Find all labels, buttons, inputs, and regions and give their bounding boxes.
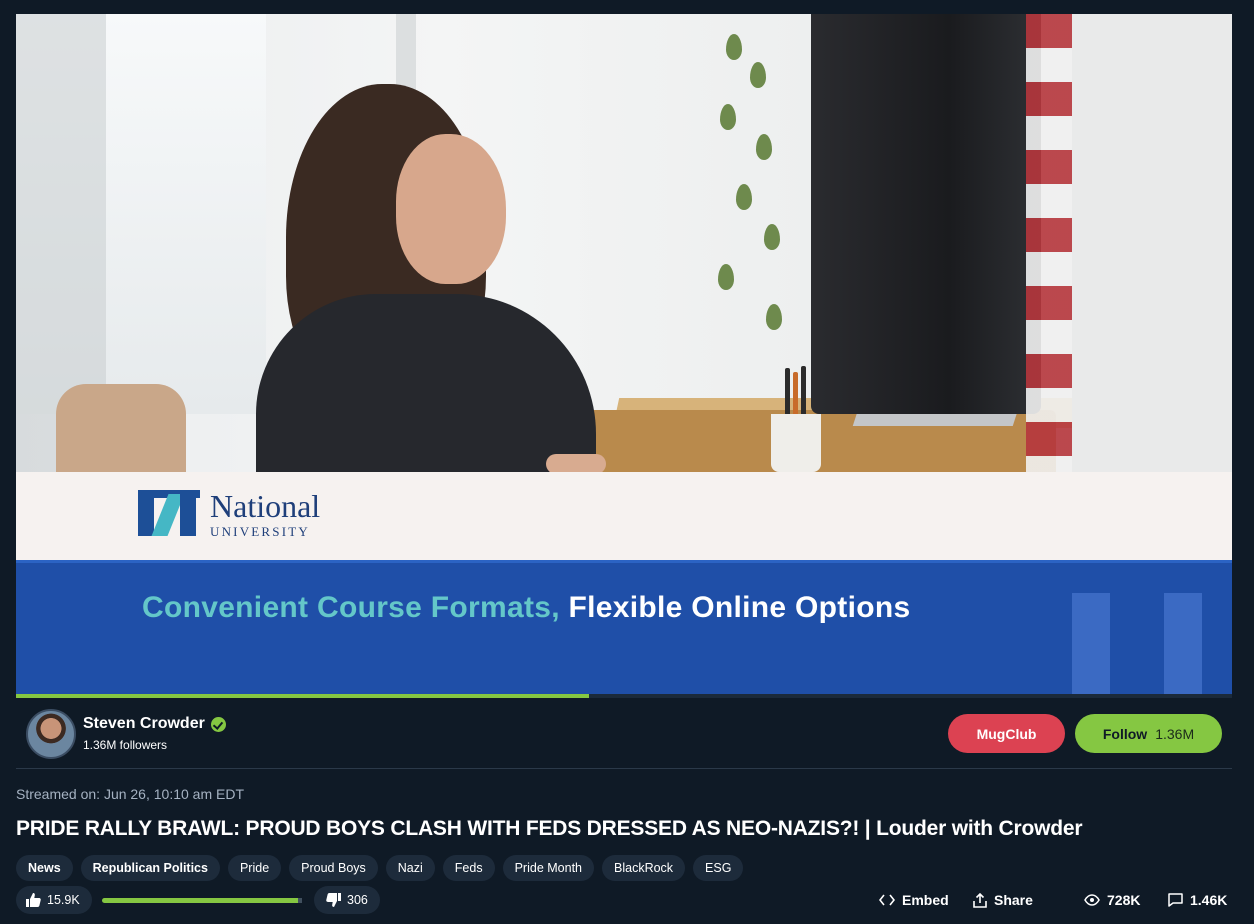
like-ratio-bar <box>102 898 302 903</box>
view-count: 728K <box>1084 886 1140 914</box>
tag-feds[interactable]: Feds <box>442 855 495 881</box>
ad-promo-rest: Flexible Online Options <box>568 591 911 624</box>
follow-button-label: Follow <box>1102 725 1148 742</box>
verified-badge-icon <box>210 716 226 732</box>
mugclub-button-label: MugClub <box>976 725 1037 742</box>
tag-news[interactable]: News <box>16 855 73 881</box>
ad-promo-band: Convenient Course Formats, Flexible Onli… <box>16 560 1232 698</box>
mugclub-button[interactable]: MugClub <box>948 714 1065 753</box>
ad-logo: National UNIVERSITY <box>138 490 320 538</box>
like-button[interactable]: 15.9K <box>16 886 92 914</box>
channel-name-row[interactable]: Steven Crowder <box>83 715 226 733</box>
tag-blackrock[interactable]: BlackRock <box>602 855 686 881</box>
share-button[interactable]: Share <box>973 886 1033 914</box>
tag-list: News Republican Politics Pride Proud Boy… <box>16 855 744 881</box>
ad-promo-highlight: Convenient Course Formats, <box>142 591 560 624</box>
thumbs-up-icon <box>26 893 41 907</box>
comment-count-value: 1.46K <box>1190 892 1228 908</box>
ad-logo-band: National UNIVERSITY <box>16 472 1232 560</box>
follow-button-count: 1.36M <box>1155 725 1195 742</box>
tag-republican-politics[interactable]: Republican Politics <box>80 855 220 881</box>
video-frame-scene <box>16 14 1232 472</box>
tag-proud-boys[interactable]: Proud Boys <box>289 855 378 881</box>
avatar[interactable] <box>26 709 76 759</box>
video-player[interactable]: National UNIVERSITY Convenient Course Fo… <box>16 14 1232 698</box>
dislike-count: 306 <box>347 893 368 907</box>
ad-logo-sub: UNIVERSITY <box>210 524 310 539</box>
channel-name[interactable]: Steven Crowder <box>83 715 205 733</box>
code-brackets-icon <box>879 894 895 906</box>
eye-icon <box>1084 894 1100 906</box>
ad-logo-name: National <box>210 488 321 524</box>
follow-button[interactable]: Follow 1.36M <box>1075 714 1222 753</box>
embed-label: Embed <box>902 892 949 908</box>
dislike-ratio-segment <box>298 898 302 903</box>
comment-count[interactable]: 1.46K <box>1168 886 1227 914</box>
share-icon <box>973 892 987 908</box>
tag-nazi[interactable]: Nazi <box>385 855 435 881</box>
streamed-date: Streamed on: Jun 26, 10:10 am EDT <box>16 786 245 802</box>
national-university-logo-mark <box>138 490 200 538</box>
ad-promo-text: Convenient Course Formats, Flexible Onli… <box>142 591 910 625</box>
video-title: PRIDE RALLY BRAWL: PROUD BOYS CLASH WITH… <box>16 817 1083 840</box>
tag-pride-month[interactable]: Pride Month <box>502 855 594 881</box>
tag-pride[interactable]: Pride <box>227 855 282 881</box>
action-bar: 15.9K 306 Embed Share 728K 1.46K <box>16 886 1232 914</box>
like-count: 15.9K <box>47 893 80 907</box>
comment-bubble-icon <box>1168 893 1183 907</box>
tag-esg[interactable]: ESG <box>693 855 744 881</box>
channel-followers: 1.36M followers <box>83 738 168 752</box>
share-label: Share <box>994 892 1033 908</box>
ad-watermark-logo <box>1072 593 1232 698</box>
view-count-value: 728K <box>1107 892 1141 908</box>
dislike-button[interactable]: 306 <box>314 886 380 914</box>
channel-row: Steven Crowder 1.36M followers MugClub F… <box>16 698 1232 769</box>
thumbs-down-icon <box>326 893 341 907</box>
embed-button[interactable]: Embed <box>879 886 949 914</box>
